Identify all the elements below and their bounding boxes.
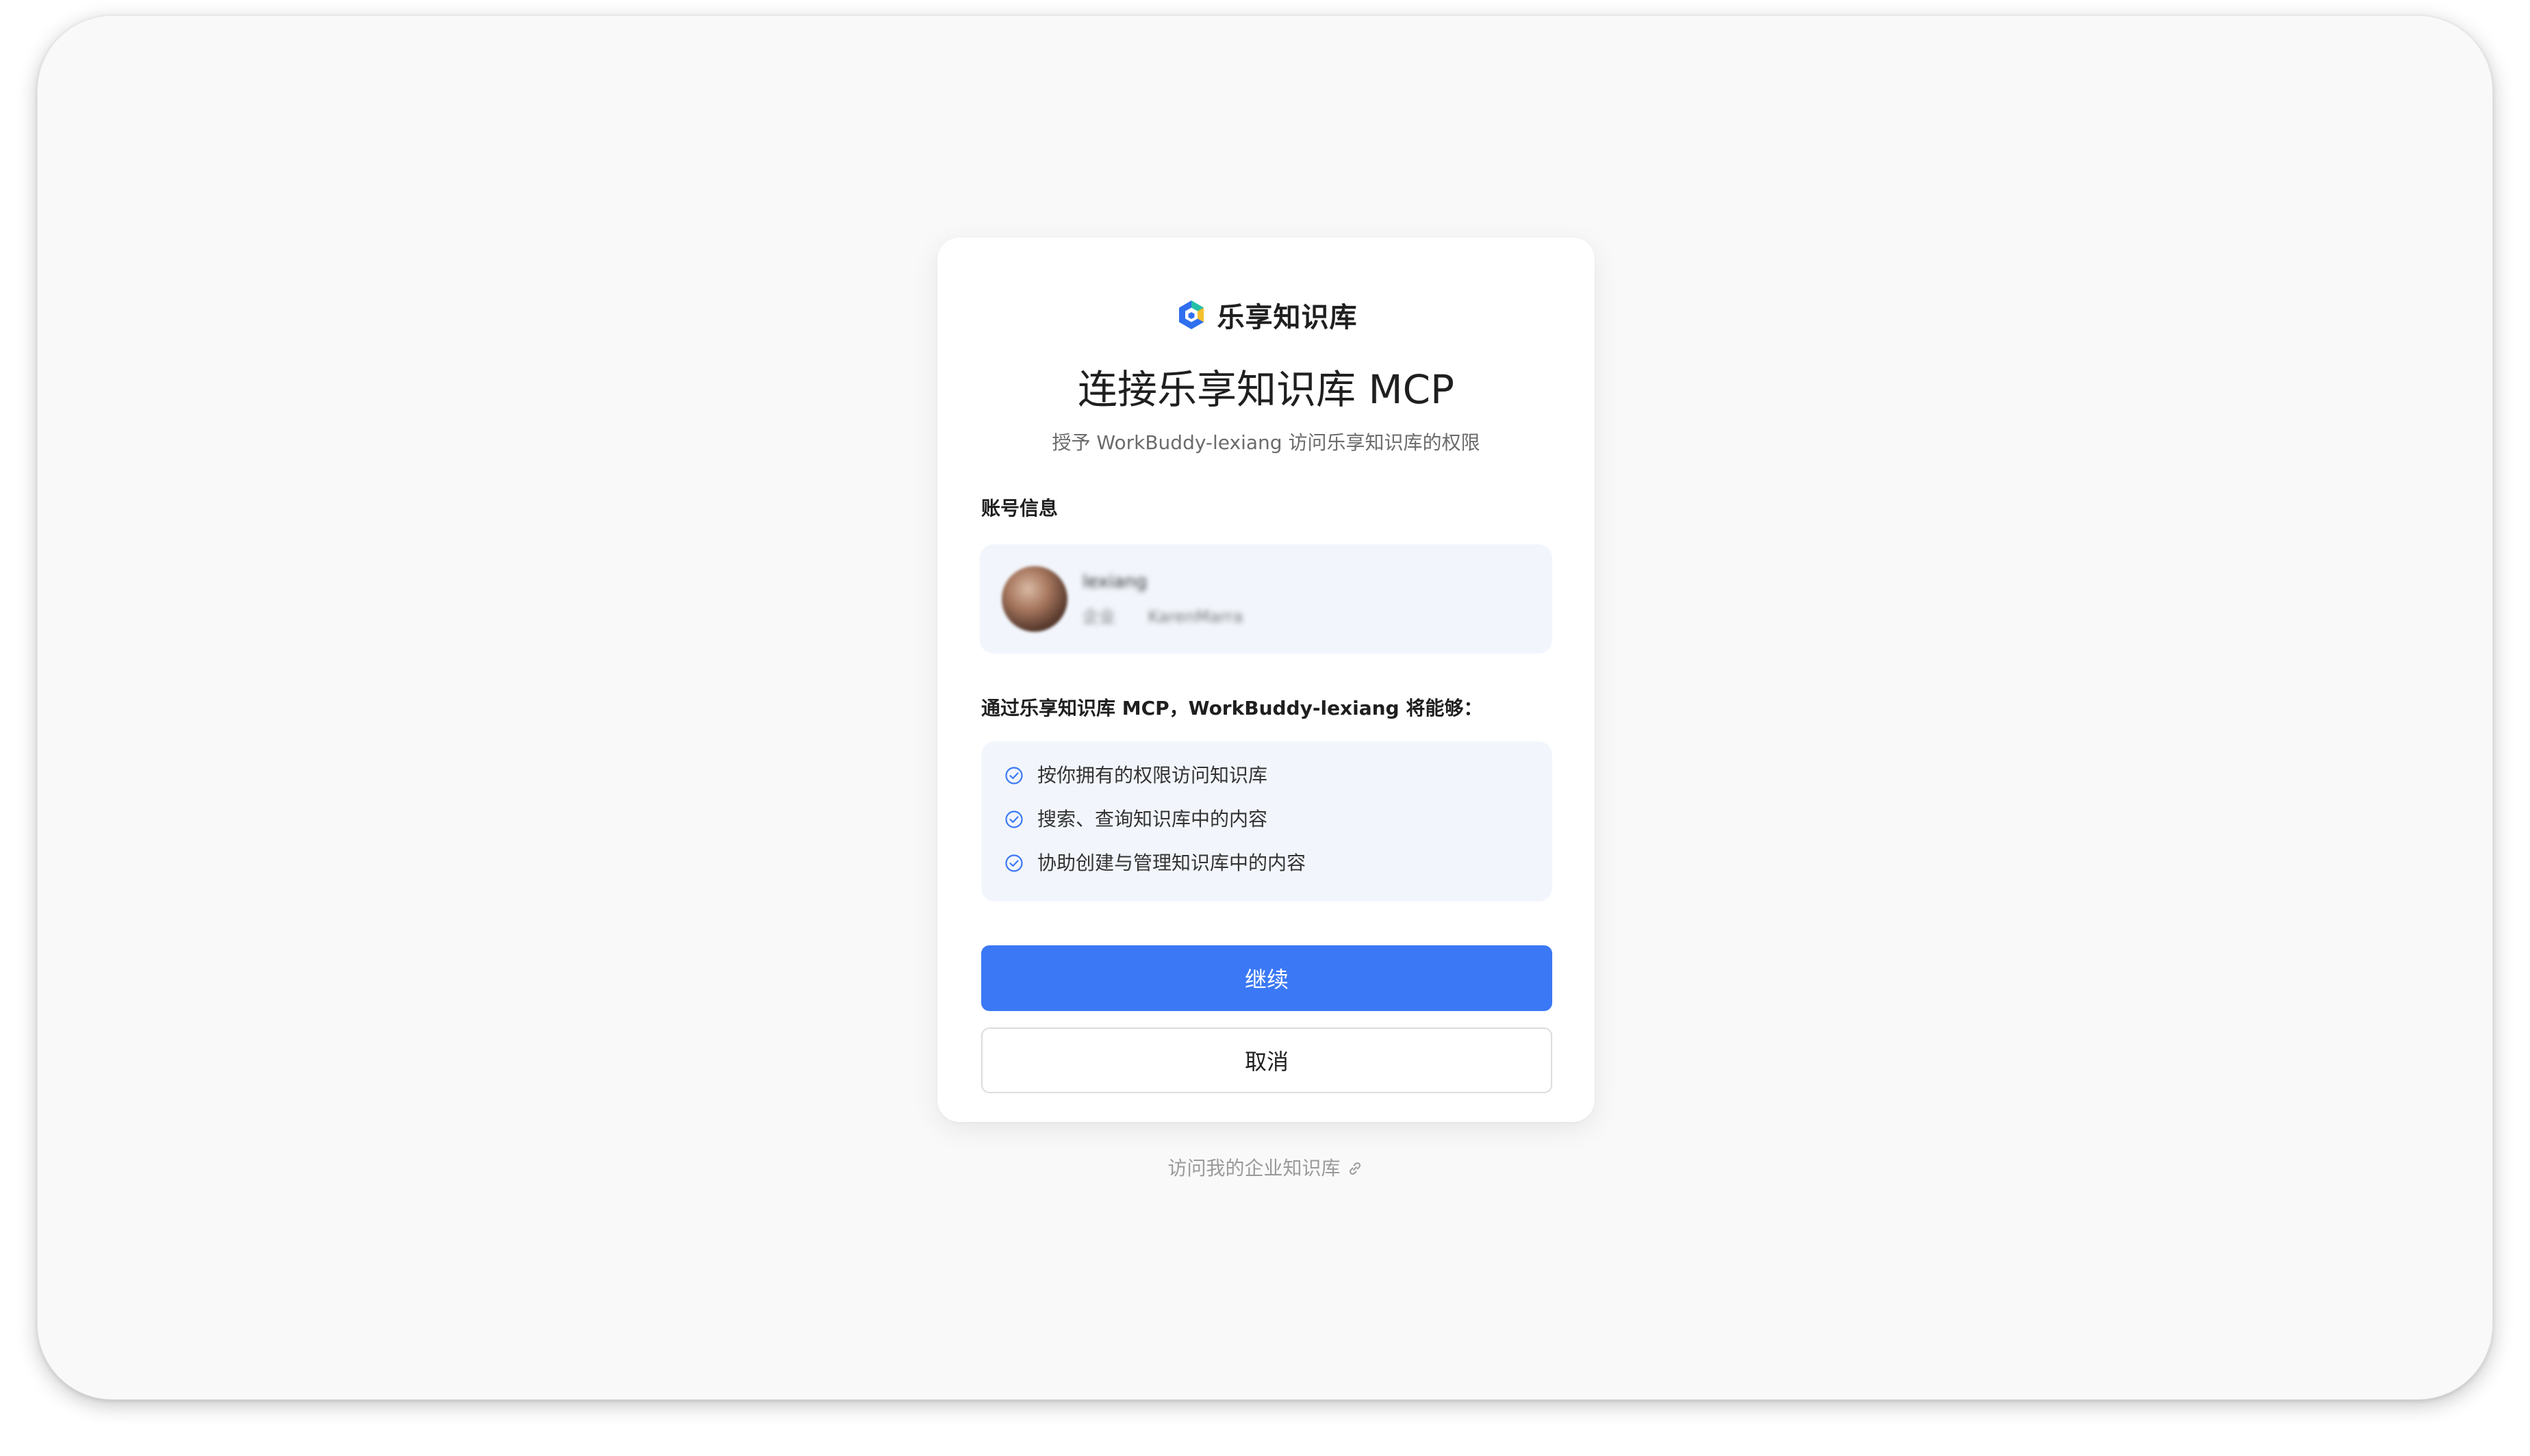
enterprise-kb-link-text: 访问我的企业知识库 bbox=[1167, 1157, 1341, 1179]
check-circle-icon bbox=[1005, 810, 1023, 828]
authorization-card: 乐享知识库 连接乐享知识库 MCP 授予 WorkBuddy-lexiang 访… bbox=[937, 238, 1595, 1122]
permissions-intro: 通过乐享知识库 MCP，WorkBuddy-lexiang 将能够： bbox=[981, 697, 1483, 719]
brand-header: 乐享知识库 bbox=[937, 298, 1595, 333]
check-circle-icon bbox=[1005, 854, 1023, 872]
account-id: KarenMarra bbox=[1148, 607, 1243, 626]
permissions-list: 按你拥有的权限访问知识库 搜索、查询知识库中的内容 协助创建与管理知识库中的内容 bbox=[981, 741, 1552, 902]
enterprise-kb-link[interactable]: 访问我的企业知识库 bbox=[38, 1155, 2492, 1182]
account-org: 企业 bbox=[1083, 607, 1115, 626]
avatar bbox=[1002, 566, 1067, 632]
account-meta: 企业 KarenMarra bbox=[1083, 606, 1243, 628]
cancel-button[interactable]: 取消 bbox=[981, 1027, 1552, 1093]
permission-text: 按你拥有的权限访问知识库 bbox=[1037, 764, 1268, 787]
permission-text: 协助创建与管理知识库中的内容 bbox=[1037, 852, 1306, 874]
permission-item: 按你拥有的权限访问知识库 bbox=[1004, 762, 1267, 789]
app-window: 乐享知识库 连接乐享知识库 MCP 授予 WorkBuddy-lexiang 访… bbox=[37, 15, 2493, 1400]
permission-item: 协助创建与管理知识库中的内容 bbox=[1004, 850, 1306, 877]
link-icon bbox=[1349, 1162, 1361, 1175]
permission-text: 搜索、查询知识库中的内容 bbox=[1037, 808, 1268, 830]
page-title: 连接乐享知识库 MCP bbox=[1078, 366, 1454, 413]
account-name: lexiang bbox=[1083, 572, 1148, 592]
page-subtitle: 授予 WorkBuddy-lexiang 访问乐享知识库的权限 bbox=[1052, 431, 1480, 454]
lexiang-logo-icon bbox=[1178, 301, 1204, 329]
account-info-box: lexiang 企业 KarenMarra bbox=[980, 544, 1552, 654]
account-section-label: 账号信息 bbox=[981, 497, 1059, 520]
check-circle-icon bbox=[1005, 767, 1023, 784]
continue-button[interactable]: 继续 bbox=[981, 945, 1552, 1011]
permission-item: 搜索、查询知识库中的内容 bbox=[1004, 806, 1267, 833]
brand-name: 乐享知识库 bbox=[1217, 302, 1358, 333]
